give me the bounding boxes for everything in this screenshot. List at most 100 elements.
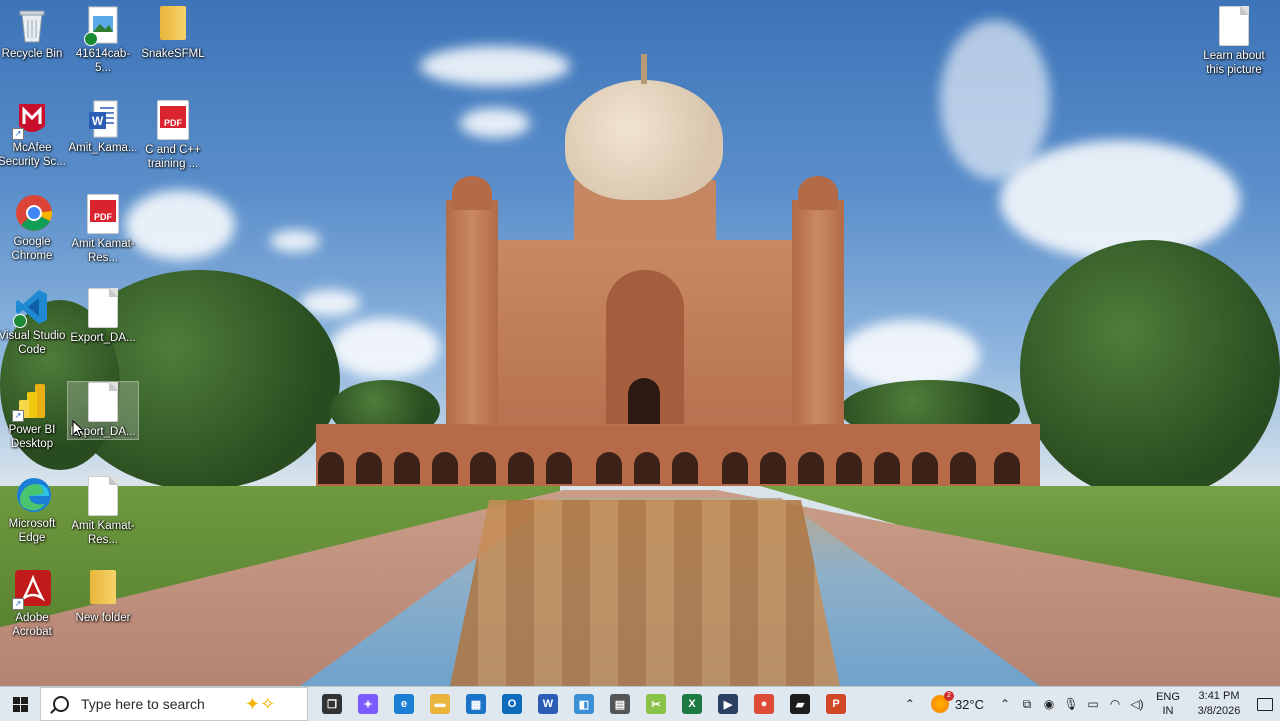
desktop-icon-new-folder[interactable]: New folder — [68, 570, 138, 625]
weather-widget[interactable]: 2 32°C — [921, 691, 994, 713]
taskbar-search[interactable]: ✦✧ — [40, 687, 308, 721]
mcafee-icon: ↗ — [12, 100, 49, 140]
mouse-cursor-icon — [72, 420, 84, 438]
chrome-icon: ● — [754, 694, 774, 714]
arch — [912, 452, 938, 484]
arch — [722, 452, 748, 484]
arch — [672, 452, 698, 484]
desktop-icon-c-cpp-training[interactable]: PDF C and C++ training ... — [138, 100, 208, 171]
meet-now-icon[interactable]: ⧉ — [1016, 687, 1038, 721]
desktop-icon-image-file[interactable]: 41614cab-5... — [68, 6, 138, 75]
tower — [446, 200, 498, 424]
taskbar-app-outlook[interactable]: O — [494, 687, 530, 721]
notification-center-icon[interactable] — [1250, 687, 1280, 721]
taskbar-app-excel[interactable]: X — [674, 687, 710, 721]
desktop-icon-resume-document[interactable]: Amit Kamat-Res... — [68, 476, 138, 547]
taskbar-app-microsoft-store[interactable]: ▦ — [458, 687, 494, 721]
desktop-icon-snakesfml[interactable]: SnakeSFML — [138, 6, 208, 61]
shortcut-arrow-icon: ↗ — [12, 128, 24, 140]
edge-icon: e — [394, 694, 414, 714]
desktop-icon-power-bi[interactable]: ↗ Power BI Desktop — [0, 382, 67, 451]
input-language[interactable]: ENG IN — [1148, 690, 1188, 718]
search-icon — [53, 696, 69, 712]
desktop-icon-word-document[interactable]: W Amit_Kama... — [68, 100, 138, 155]
arch — [546, 452, 572, 484]
clock-time: 3:41 PM — [1198, 690, 1240, 702]
taskbar-app-snipping-tool[interactable]: ✂ — [638, 687, 674, 721]
sync-check-icon — [13, 314, 27, 328]
language-region: IN — [1162, 705, 1174, 717]
system-clock[interactable]: 3:41 PM 3/8/2026 — [1188, 689, 1250, 719]
pdf-icon: PDF — [87, 194, 119, 234]
taskbar-app-file-explorer[interactable]: ▬ — [422, 687, 458, 721]
volume-icon[interactable]: ◁) — [1126, 687, 1148, 721]
arch — [508, 452, 534, 484]
powerbi-icon: ↗ — [12, 382, 49, 422]
folder-icon — [86, 570, 120, 608]
arch — [432, 452, 458, 484]
desktop-icon-google-chrome[interactable]: Google Chrome — [0, 194, 67, 263]
desktop-icon-microsoft-edge[interactable]: Microsoft Edge — [0, 476, 67, 545]
desktop-icon-learn-about-picture[interactable]: Learn about this picture — [1199, 6, 1269, 77]
taskbar-app-powerpoint[interactable]: P — [818, 687, 854, 721]
document-icon — [88, 288, 118, 328]
taskbar-app-calculator[interactable]: ▤ — [602, 687, 638, 721]
arch — [798, 452, 824, 484]
taskbar-app-edge[interactable]: e — [386, 687, 422, 721]
weather-sun-icon: 2 — [930, 691, 954, 713]
acrobat-icon: ↗ — [12, 570, 51, 610]
recycle-bin-icon — [15, 6, 49, 44]
search-input[interactable] — [79, 695, 233, 713]
weather-temperature: 32°C — [954, 696, 984, 712]
taskbar-app-word[interactable]: W — [530, 687, 566, 721]
outlook-icon: O — [502, 694, 522, 714]
main-dome — [565, 80, 723, 200]
dome-finial — [641, 54, 647, 84]
show-hidden-icons-chevron-icon[interactable]: ⌃ — [994, 687, 1016, 721]
desktop-icon-pdf-resume[interactable]: PDF Amit Kamat-Res... — [68, 194, 138, 265]
arch — [634, 452, 660, 484]
search-highlight-icon[interactable]: ✦✧ — [245, 694, 275, 715]
taskbar-app-remote-desktop[interactable]: ◧ — [566, 687, 602, 721]
cloud — [270, 230, 320, 252]
microphone-icon[interactable]: 🎙︎ — [1060, 687, 1082, 721]
start-button[interactable] — [0, 687, 40, 721]
desktop-icon-adobe-acrobat[interactable]: ↗ Adobe Acrobat — [0, 570, 67, 639]
arch — [950, 452, 976, 484]
wifi-icon[interactable]: ◠ — [1104, 687, 1126, 721]
document-icon — [1219, 6, 1249, 46]
file-explorer-icon: ▬ — [430, 694, 450, 714]
taskbar-app-copilot[interactable]: ✦ — [350, 687, 386, 721]
desktop-icon-recycle-bin[interactable]: Recycle Bin — [0, 6, 67, 61]
arch — [994, 452, 1020, 484]
battery-icon[interactable]: ▭ — [1082, 687, 1104, 721]
pdf-icon: PDF — [157, 100, 189, 140]
arch — [760, 452, 786, 484]
desktop-icon-export-data-1[interactable]: Export_DA... — [68, 288, 138, 345]
powerpoint-icon: P — [826, 694, 846, 714]
taskbar-app-sticky-notes[interactable]: ▰ — [782, 687, 818, 721]
taskbar-app-task-view[interactable]: ❐ — [314, 687, 350, 721]
language-code: ENG — [1156, 691, 1180, 703]
excel-icon: X — [682, 694, 702, 714]
image-file-icon — [84, 6, 120, 46]
taskbar-app-visual-studio[interactable]: ▶ — [710, 687, 746, 721]
pdf-badge: PDF — [160, 106, 186, 128]
arch — [596, 452, 622, 484]
arch — [318, 452, 344, 484]
cloud — [125, 190, 235, 260]
cloud — [940, 20, 1050, 180]
remote-desktop-icon: ◧ — [574, 694, 594, 714]
taskbar-app-chrome[interactable]: ● — [746, 687, 782, 721]
central-doorway — [628, 378, 660, 424]
weather-badge: 2 — [943, 691, 954, 701]
task-view-icon: ❐ — [322, 694, 342, 714]
arch — [836, 452, 862, 484]
mcafee-tray-icon[interactable]: ◉ — [1038, 687, 1060, 721]
document-icon — [88, 476, 118, 516]
desktop-icon-vscode[interactable]: Visual Studio Code — [0, 288, 67, 357]
taskbar-overflow-icon[interactable]: ⌃ — [899, 687, 921, 721]
desktop-icon-mcafee[interactable]: ↗ McAfee Security Sc... — [0, 100, 67, 169]
copilot-icon: ✦ — [358, 694, 378, 714]
cloud — [840, 320, 980, 390]
